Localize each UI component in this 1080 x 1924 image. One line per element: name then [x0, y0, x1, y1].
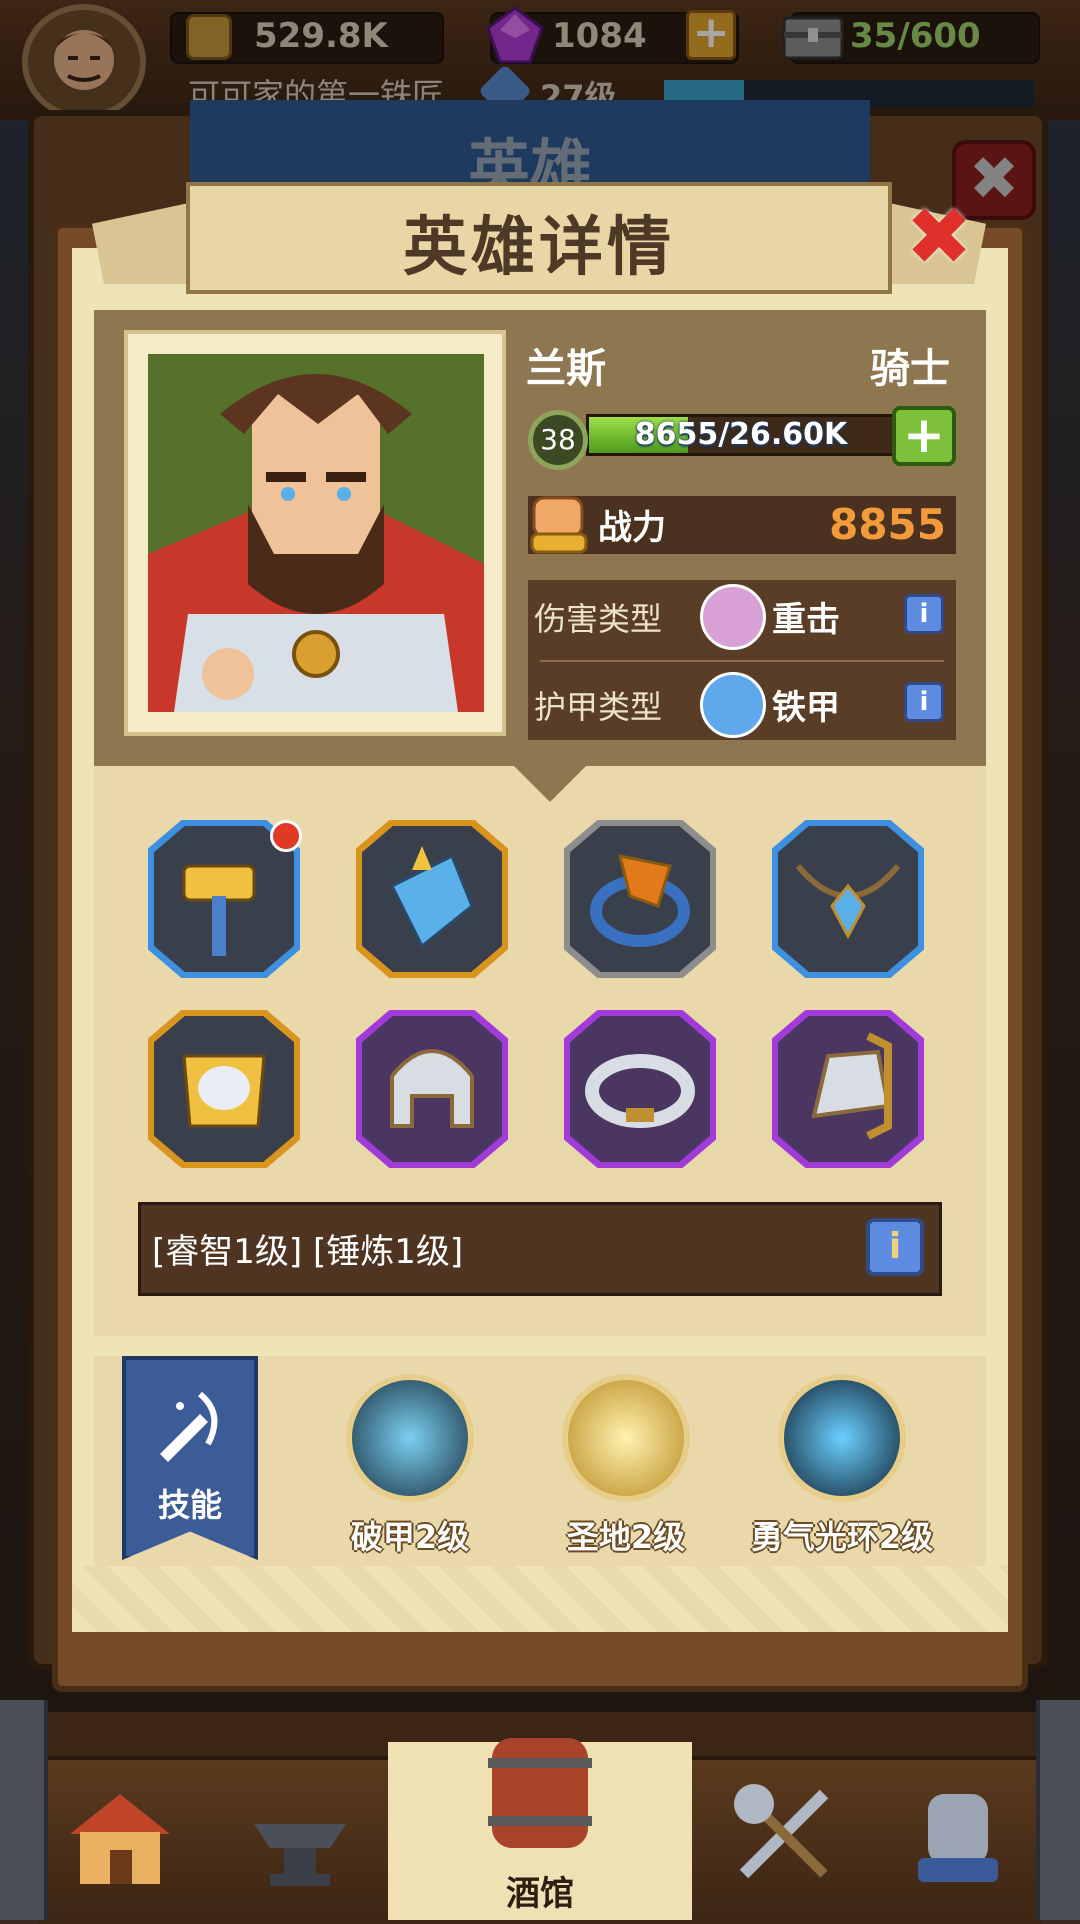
set-bonus-info-button[interactable]: i [866, 1218, 924, 1276]
slot-inner [778, 826, 918, 972]
equipment-slot[interactable] [772, 1010, 924, 1168]
dialog-title: 英雄详情 [403, 211, 675, 285]
notification-dot [270, 820, 302, 852]
barrel-icon [478, 1728, 602, 1862]
gauntlet-icon [362, 826, 502, 972]
equipment-slot[interactable] [356, 820, 508, 978]
type-divider [540, 660, 944, 662]
hero-level-badge: 38 [528, 410, 588, 470]
damage-type-value: 重击 [772, 600, 840, 640]
paper-bottom-pattern [72, 1566, 1008, 1632]
armor-type-label: 护甲类型 [534, 688, 663, 726]
pauldron-icon [778, 1016, 918, 1162]
crossed-weapons-icon[interactable] [724, 1774, 844, 1894]
house-icon[interactable] [60, 1774, 180, 1894]
sword-icon [150, 1384, 230, 1468]
helmet-icon [362, 1016, 502, 1162]
slot-inner [154, 1016, 294, 1162]
section-pointer [512, 764, 588, 802]
hero-portrait[interactable] [148, 354, 484, 712]
set-bonus-text: [睿智1级] [锤炼1级] [152, 1232, 464, 1272]
equipment-slot[interactable] [564, 1010, 716, 1168]
tab-tavern-label: 酒馆 [506, 1874, 574, 1914]
heavy-hit-icon [700, 584, 766, 650]
slot-inner [154, 826, 294, 972]
hammer-icon [154, 826, 294, 972]
breastplate-icon [154, 1016, 294, 1162]
courage-aura-skill-icon[interactable] [778, 1374, 906, 1502]
skill-name-1: 破甲2级 [350, 1518, 470, 1556]
equipment-slot[interactable] [356, 1010, 508, 1168]
skill-name-2: 圣地2级 [566, 1518, 686, 1556]
slot-inner [570, 1016, 710, 1162]
equipment-slot[interactable] [564, 820, 716, 978]
close-icon[interactable]: ✖ [904, 197, 974, 277]
gauntlet-nav-icon[interactable] [898, 1774, 1018, 1894]
level-up-button[interactable]: + [892, 406, 956, 466]
hero-xp-text: 8655/26.60K [634, 417, 848, 452]
damage-type-info-button[interactable]: i [904, 594, 944, 634]
fist-icon [528, 490, 590, 560]
bracelet-icon [570, 1016, 710, 1162]
equipment-slot[interactable] [772, 820, 924, 978]
slot-inner [570, 826, 710, 972]
nav-frame-right [1036, 1700, 1080, 1920]
armor-break-skill-icon[interactable] [346, 1374, 474, 1502]
amulet-icon [778, 826, 918, 972]
nav-frame-left [0, 1700, 48, 1920]
armor-type-info-button[interactable]: i [904, 682, 944, 722]
slot-inner [362, 826, 502, 972]
hero-name: 兰斯 [526, 346, 606, 392]
equipment-slot[interactable] [148, 1010, 300, 1168]
skill-name-3: 勇气光环2级 [750, 1518, 934, 1556]
iron-armor-icon [700, 672, 766, 738]
armor-type-value: 铁甲 [772, 688, 840, 728]
power-label: 战力 [598, 508, 666, 548]
damage-type-label: 伤害类型 [534, 600, 663, 638]
slot-inner [362, 1016, 502, 1162]
anvil-icon[interactable] [240, 1774, 360, 1894]
holy-ground-skill-icon[interactable] [562, 1374, 690, 1502]
skills-label: 技能 [157, 1486, 222, 1524]
slot-inner [778, 1016, 918, 1162]
ring-icon [570, 826, 710, 972]
power-value: 8855 [829, 500, 946, 549]
hero-class: 骑士 [870, 346, 950, 392]
